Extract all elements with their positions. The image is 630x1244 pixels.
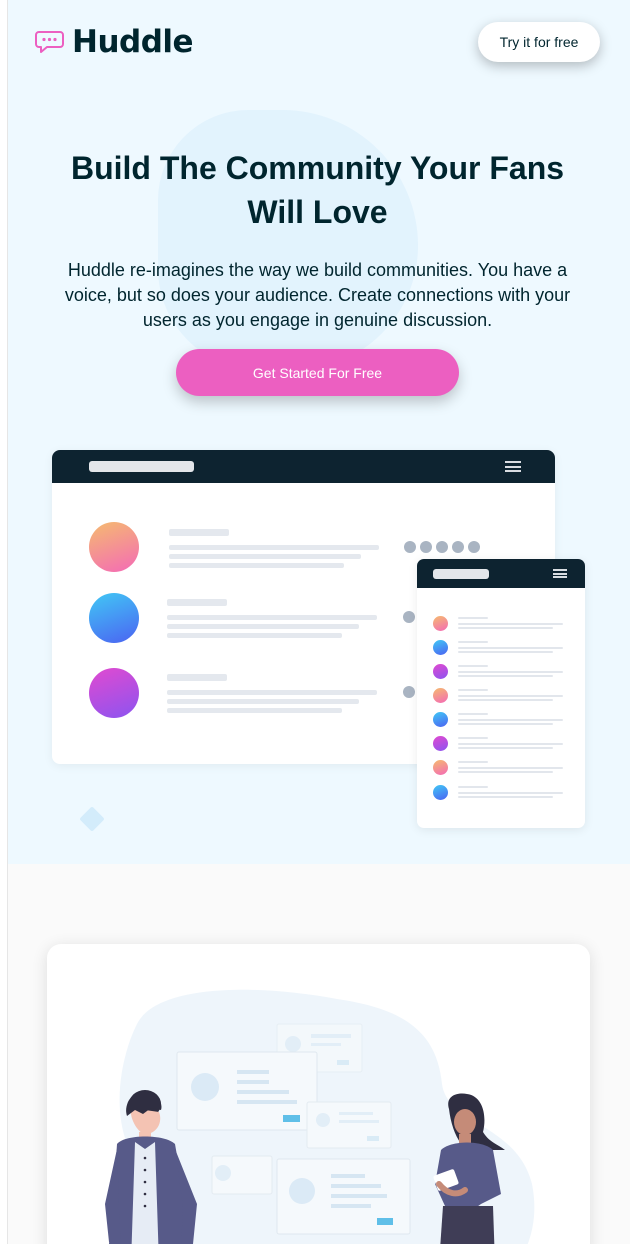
mobile-mockup — [417, 559, 585, 828]
logo-wordmark: Huddle — [72, 24, 194, 60]
mockup-mobile-row — [433, 760, 569, 776]
avatar — [433, 616, 448, 631]
logo[interactable]: Huddle — [35, 24, 194, 60]
avatar — [89, 593, 139, 643]
avatar — [433, 736, 448, 751]
hero-title: Build The Community Your Fans Will Love — [70, 150, 565, 230]
mockup-mobile-row — [433, 785, 569, 801]
page-left-border — [0, 0, 8, 1244]
avatar — [89, 668, 139, 718]
mockup-dot — [403, 686, 415, 698]
avatar — [433, 664, 448, 679]
mockup-title-placeholder — [433, 568, 489, 579]
avatar — [433, 785, 448, 800]
chat-bubble-icon — [35, 31, 64, 53]
avatar — [433, 688, 448, 703]
people-chatting-illustration — [105, 989, 535, 1244]
mockup-title-placeholder — [89, 461, 194, 472]
avatar — [433, 760, 448, 775]
mockup-mobile-row — [433, 736, 569, 752]
mockup-mobile-navbar — [417, 559, 585, 588]
site-header: Huddle Try it for free — [35, 22, 600, 62]
mockup-mobile-row — [433, 688, 569, 704]
avatar — [89, 522, 139, 572]
mockup-online-dots — [404, 541, 480, 553]
try-free-button[interactable]: Try it for free — [478, 22, 600, 62]
get-started-button[interactable]: Get Started For Free — [176, 349, 459, 396]
mockup-mobile-row — [433, 640, 569, 656]
mockup-dot — [403, 611, 415, 623]
hamburger-menu-icon — [553, 569, 567, 578]
feature-card — [47, 944, 590, 1244]
mockup-mobile-row — [433, 712, 569, 728]
avatar — [433, 712, 448, 727]
mockup-navbar — [52, 450, 555, 483]
avatar — [433, 640, 448, 655]
mockup-mobile-row — [433, 616, 569, 632]
hamburger-menu-icon — [505, 461, 521, 472]
hero-subtitle: Huddle re-imagines the way we build comm… — [64, 260, 571, 330]
mockup-mobile-row — [433, 664, 569, 680]
decorative-diamond — [79, 806, 105, 832]
